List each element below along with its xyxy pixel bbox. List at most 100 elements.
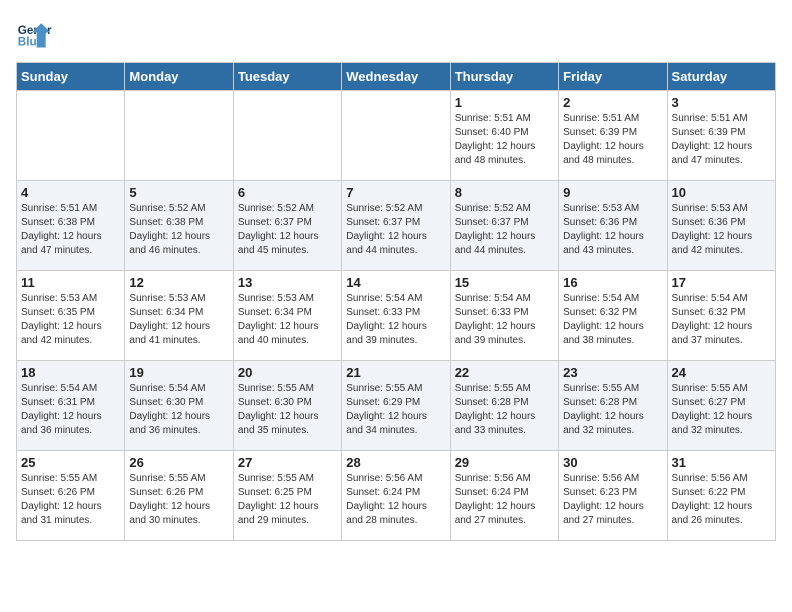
- day-number: 31: [672, 455, 771, 470]
- calendar-cell: 18 Sunrise: 5:54 AM Sunset: 6:31 PM Dayli…: [17, 361, 125, 451]
- calendar-table: SundayMondayTuesdayWednesdayThursdayFrid…: [16, 62, 776, 541]
- day-number: 28: [346, 455, 445, 470]
- day-info: Sunrise: 5:56 AM Sunset: 6:22 PM Dayligh…: [672, 472, 771, 528]
- calendar-cell: 12 Sunrise: 5:53 AM Sunset: 6:34 PM Dayli…: [125, 271, 233, 361]
- day-info: Sunrise: 5:52 AM Sunset: 6:38 PM Dayligh…: [129, 202, 228, 258]
- day-info: Sunrise: 5:55 AM Sunset: 6:25 PM Dayligh…: [238, 472, 337, 528]
- calendar-cell: [342, 91, 450, 181]
- day-info: Sunrise: 5:54 AM Sunset: 6:32 PM Dayligh…: [672, 292, 771, 348]
- day-number: 7: [346, 185, 445, 200]
- calendar-cell: [125, 91, 233, 181]
- weekday-header-wednesday: Wednesday: [342, 63, 450, 91]
- day-number: 29: [455, 455, 554, 470]
- calendar-cell: 27 Sunrise: 5:55 AM Sunset: 6:25 PM Dayli…: [233, 451, 341, 541]
- calendar-header-row: SundayMondayTuesdayWednesdayThursdayFrid…: [17, 63, 776, 91]
- calendar-cell: 21Sunrise: 5:55 AM Sunset: 6:29 PM Dayli…: [342, 361, 450, 451]
- day-number: 1: [455, 95, 554, 110]
- calendar-cell: 11 Sunrise: 5:53 AM Sunset: 6:35 PM Dayli…: [17, 271, 125, 361]
- calendar-cell: 5Sunrise: 5:52 AM Sunset: 6:38 PM Daylig…: [125, 181, 233, 271]
- day-info: Sunrise: 5:52 AM Sunset: 6:37 PM Dayligh…: [455, 202, 554, 258]
- day-info: Sunrise: 5:54 AM Sunset: 6:32 PM Dayligh…: [563, 292, 662, 348]
- calendar-cell: 7Sunrise: 5:52 AM Sunset: 6:37 PM Daylig…: [342, 181, 450, 271]
- day-number: 3: [672, 95, 771, 110]
- logo-icon: General Blue: [16, 16, 52, 52]
- day-number: 10: [672, 185, 771, 200]
- day-number: 17: [672, 275, 771, 290]
- day-number: 15: [455, 275, 554, 290]
- calendar-cell: 31 Sunrise: 5:56 AM Sunset: 6:22 PM Dayli…: [667, 451, 775, 541]
- calendar-cell: [17, 91, 125, 181]
- weekday-header-sunday: Sunday: [17, 63, 125, 91]
- day-number: 2: [563, 95, 662, 110]
- day-number: 8: [455, 185, 554, 200]
- calendar-cell: [233, 91, 341, 181]
- day-info: Sunrise: 5:54 AM Sunset: 6:30 PM Dayligh…: [129, 382, 228, 438]
- day-number: 19: [129, 365, 228, 380]
- day-info: Sunrise: 5:52 AM Sunset: 6:37 PM Dayligh…: [238, 202, 337, 258]
- day-info: Sunrise: 5:55 AM Sunset: 6:29 PM Dayligh…: [346, 382, 445, 438]
- calendar-cell: 28 Sunrise: 5:56 AM Sunset: 6:24 PM Dayli…: [342, 451, 450, 541]
- calendar-cell: 3Sunrise: 5:51 AM Sunset: 6:39 PM Daylig…: [667, 91, 775, 181]
- day-number: 16: [563, 275, 662, 290]
- day-info: Sunrise: 5:51 AM Sunset: 6:39 PM Dayligh…: [563, 112, 662, 168]
- calendar-cell: 23Sunrise: 5:55 AM Sunset: 6:28 PM Dayli…: [559, 361, 667, 451]
- day-info: Sunrise: 5:54 AM Sunset: 6:33 PM Dayligh…: [455, 292, 554, 348]
- calendar-cell: 16 Sunrise: 5:54 AM Sunset: 6:32 PM Dayli…: [559, 271, 667, 361]
- day-info: Sunrise: 5:51 AM Sunset: 6:38 PM Dayligh…: [21, 202, 120, 258]
- day-number: 20: [238, 365, 337, 380]
- day-number: 13: [238, 275, 337, 290]
- calendar-cell: 22 Sunrise: 5:55 AM Sunset: 6:28 PM Dayli…: [450, 361, 558, 451]
- weekday-header-tuesday: Tuesday: [233, 63, 341, 91]
- weekday-header-friday: Friday: [559, 63, 667, 91]
- calendar-week-4: 18 Sunrise: 5:54 AM Sunset: 6:31 PM Dayli…: [17, 361, 776, 451]
- day-number: 9: [563, 185, 662, 200]
- day-number: 30: [563, 455, 662, 470]
- logo: General Blue: [16, 16, 52, 52]
- day-info: Sunrise: 5:55 AM Sunset: 6:26 PM Dayligh…: [129, 472, 228, 528]
- day-info: Sunrise: 5:53 AM Sunset: 6:36 PM Dayligh…: [672, 202, 771, 258]
- calendar-cell: 8 Sunrise: 5:52 AM Sunset: 6:37 PM Daylig…: [450, 181, 558, 271]
- calendar-cell: 4 Sunrise: 5:51 AM Sunset: 6:38 PM Daylig…: [17, 181, 125, 271]
- calendar-cell: 10 Sunrise: 5:53 AM Sunset: 6:36 PM Dayli…: [667, 181, 775, 271]
- calendar-cell: 20 Sunrise: 5:55 AM Sunset: 6:30 PM Dayli…: [233, 361, 341, 451]
- day-number: 25: [21, 455, 120, 470]
- day-info: Sunrise: 5:53 AM Sunset: 6:34 PM Dayligh…: [129, 292, 228, 348]
- calendar-cell: 13 Sunrise: 5:53 AM Sunset: 6:34 PM Dayli…: [233, 271, 341, 361]
- calendar-cell: 30Sunrise: 5:56 AM Sunset: 6:23 PM Dayli…: [559, 451, 667, 541]
- day-info: Sunrise: 5:55 AM Sunset: 6:30 PM Dayligh…: [238, 382, 337, 438]
- calendar-week-2: 4 Sunrise: 5:51 AM Sunset: 6:38 PM Daylig…: [17, 181, 776, 271]
- page-header: General Blue: [16, 16, 776, 52]
- calendar-cell: 2 Sunrise: 5:51 AM Sunset: 6:39 PM Daylig…: [559, 91, 667, 181]
- day-number: 23: [563, 365, 662, 380]
- day-info: Sunrise: 5:53 AM Sunset: 6:36 PM Dayligh…: [563, 202, 662, 258]
- day-number: 18: [21, 365, 120, 380]
- day-info: Sunrise: 5:53 AM Sunset: 6:34 PM Dayligh…: [238, 292, 337, 348]
- day-info: Sunrise: 5:55 AM Sunset: 6:26 PM Dayligh…: [21, 472, 120, 528]
- calendar-cell: 24Sunrise: 5:55 AM Sunset: 6:27 PM Dayli…: [667, 361, 775, 451]
- day-number: 27: [238, 455, 337, 470]
- calendar-cell: 17 Sunrise: 5:54 AM Sunset: 6:32 PM Dayli…: [667, 271, 775, 361]
- day-number: 24: [672, 365, 771, 380]
- calendar-week-1: 1 Sunrise: 5:51 AM Sunset: 6:40 PM Daylig…: [17, 91, 776, 181]
- calendar-cell: 25 Sunrise: 5:55 AM Sunset: 6:26 PM Dayli…: [17, 451, 125, 541]
- day-number: 26: [129, 455, 228, 470]
- weekday-header-thursday: Thursday: [450, 63, 558, 91]
- calendar-week-5: 25 Sunrise: 5:55 AM Sunset: 6:26 PM Dayli…: [17, 451, 776, 541]
- day-number: 12: [129, 275, 228, 290]
- calendar-cell: 29Sunrise: 5:56 AM Sunset: 6:24 PM Dayli…: [450, 451, 558, 541]
- day-number: 4: [21, 185, 120, 200]
- day-number: 6: [238, 185, 337, 200]
- calendar-cell: 6 Sunrise: 5:52 AM Sunset: 6:37 PM Daylig…: [233, 181, 341, 271]
- day-number: 14: [346, 275, 445, 290]
- day-info: Sunrise: 5:56 AM Sunset: 6:24 PM Dayligh…: [346, 472, 445, 528]
- day-info: Sunrise: 5:53 AM Sunset: 6:35 PM Dayligh…: [21, 292, 120, 348]
- day-info: Sunrise: 5:54 AM Sunset: 6:31 PM Dayligh…: [21, 382, 120, 438]
- weekday-header-saturday: Saturday: [667, 63, 775, 91]
- calendar-cell: 15 Sunrise: 5:54 AM Sunset: 6:33 PM Dayli…: [450, 271, 558, 361]
- day-info: Sunrise: 5:55 AM Sunset: 6:28 PM Dayligh…: [455, 382, 554, 438]
- day-info: Sunrise: 5:51 AM Sunset: 6:40 PM Dayligh…: [455, 112, 554, 168]
- day-number: 11: [21, 275, 120, 290]
- day-info: Sunrise: 5:54 AM Sunset: 6:33 PM Dayligh…: [346, 292, 445, 348]
- day-number: 22: [455, 365, 554, 380]
- calendar-cell: 19 Sunrise: 5:54 AM Sunset: 6:30 PM Dayli…: [125, 361, 233, 451]
